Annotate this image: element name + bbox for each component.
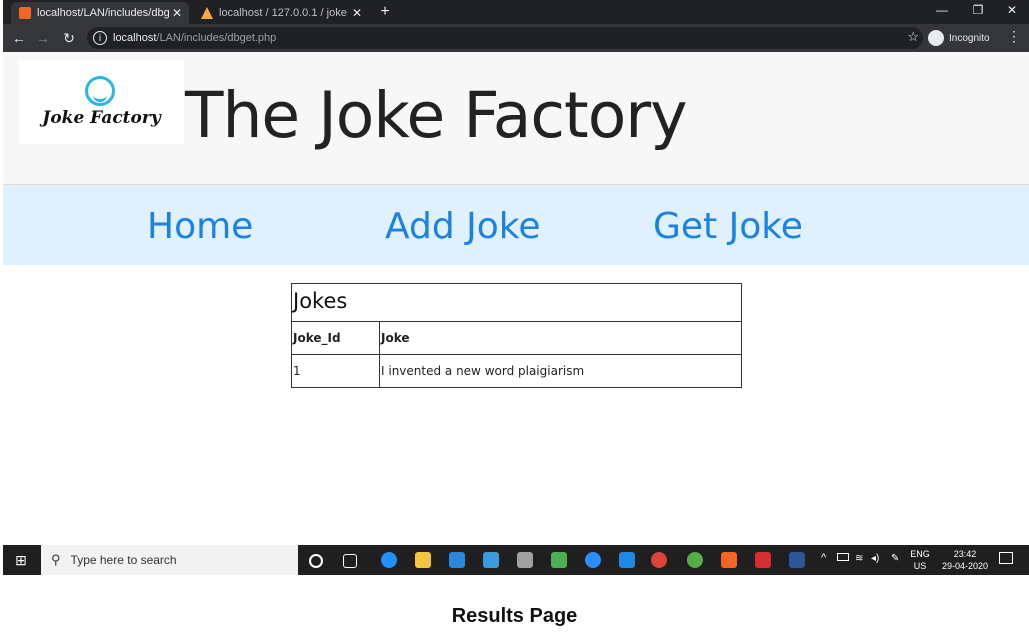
smiley-icon <box>85 76 115 106</box>
bookmark-star-icon[interactable]: ☆ <box>907 29 919 45</box>
reload-icon[interactable]: ↻ <box>59 28 79 48</box>
tab-title: localhost / 127.0.0.1 / joke / joke <box>219 7 349 19</box>
nav-home-link[interactable]: Home <box>147 205 253 249</box>
nav-add-joke-link[interactable]: Add Joke <box>385 205 541 249</box>
close-tab-icon[interactable]: ✕ <box>349 6 365 20</box>
header-joke-id: Joke_Id <box>292 322 380 354</box>
back-icon[interactable]: ← <box>9 28 29 48</box>
figure-caption: Results Page <box>451 605 578 627</box>
tab-phpmyadmin[interactable]: localhost / 127.0.0.1 / joke / joke ✕ <box>193 2 369 24</box>
volume-icon[interactable]: ◂) <box>871 553 879 583</box>
restore-icon[interactable]: ❐ <box>961 0 995 22</box>
file-explorer-icon[interactable] <box>415 552 431 568</box>
pen-icon[interactable]: ✎ <box>891 553 899 583</box>
info-icon[interactable]: i <box>93 31 107 45</box>
forward-icon[interactable]: → <box>33 28 53 48</box>
url-text[interactable]: localhost/LAN/includes/dbget.php <box>113 32 276 44</box>
new-tab-icon[interactable]: + <box>375 2 395 22</box>
table-row: 1 I invented a new word plaigiarism <box>292 354 741 387</box>
mail-icon[interactable] <box>483 552 499 568</box>
edge-icon[interactable] <box>381 552 397 568</box>
task-view-icon[interactable] <box>343 554 357 568</box>
clock[interactable]: 23:42 29-04-2020 <box>937 548 993 578</box>
windows-taskbar: ⊞ ⚲ Type here to search ^ ≋ ◂) ✎ ENG US … <box>3 545 1029 575</box>
cell-joke: I invented a new word plaigiarism <box>381 364 585 378</box>
site-nav: Home Add Joke Get Joke <box>3 185 1029 265</box>
search-placeholder: Type here to search <box>70 553 177 567</box>
tab-dbget[interactable]: localhost/LAN/includes/dbget.ph ✕ <box>11 2 189 24</box>
table-header-row: Joke_Id Joke <box>292 322 741 354</box>
menu-kebab-icon[interactable]: ⋮ <box>1007 28 1021 45</box>
browser-window: localhost/LAN/includes/dbget.ph ✕ localh… <box>3 0 1029 575</box>
xampp-favicon-icon <box>19 7 31 19</box>
table-caption: Jokes <box>292 284 741 322</box>
wifi-icon[interactable]: ≋ <box>855 553 863 583</box>
search-icon: ⚲ <box>51 552 61 567</box>
incognito-icon <box>928 30 944 46</box>
notepad-plus-icon[interactable] <box>551 552 567 568</box>
cortana-icon[interactable] <box>309 554 323 568</box>
utorrent-icon[interactable] <box>687 552 703 568</box>
address-bar[interactable]: i localhost/LAN/includes/dbget.php ☆ <box>87 27 923 49</box>
word-icon[interactable] <box>789 552 805 568</box>
chrome-icon[interactable] <box>651 552 667 568</box>
tray-chevron-icon[interactable]: ^ <box>821 552 826 582</box>
language-indicator[interactable]: ENG US <box>909 548 931 578</box>
header-joke: Joke <box>381 331 410 345</box>
battery-icon[interactable] <box>837 553 849 561</box>
windows-start-icon[interactable]: ⊞ <box>3 545 39 575</box>
taskbar-search-box[interactable]: ⚲ Type here to search <box>41 545 298 575</box>
site-header: Joke Factory The Joke Factory <box>3 52 1029 185</box>
app-icon[interactable] <box>619 552 635 568</box>
nav-get-joke-link[interactable]: Get Joke <box>653 205 803 249</box>
acrobat-icon[interactable] <box>755 552 771 568</box>
xampp-icon[interactable] <box>721 552 737 568</box>
jokes-table: Jokes Joke_Id Joke 1 I invented a new wo… <box>291 283 742 388</box>
tab-strip: localhost/LAN/includes/dbget.ph ✕ localh… <box>3 0 1029 24</box>
app-icon[interactable] <box>517 552 533 568</box>
incognito-badge[interactable]: Incognito <box>928 27 990 49</box>
close-window-icon[interactable]: ✕ <box>995 0 1029 22</box>
store-icon[interactable] <box>449 552 465 568</box>
close-tab-icon[interactable]: ✕ <box>169 6 185 20</box>
tab-title: localhost/LAN/includes/dbget.ph <box>37 7 169 19</box>
teamviewer-icon[interactable] <box>585 552 601 568</box>
browser-toolbar: ← → ↻ i localhost/LAN/includes/dbget.php… <box>3 24 1029 52</box>
joke-factory-logo: Joke Factory <box>19 60 184 144</box>
cell-joke-id: 1 <box>292 355 380 387</box>
notification-icon[interactable] <box>999 552 1013 564</box>
minimize-icon[interactable]: — <box>925 0 959 22</box>
page-title: The Joke Factory <box>185 79 687 152</box>
logo-text: Joke Factory <box>42 108 161 128</box>
phpmyadmin-favicon-icon <box>201 7 213 19</box>
